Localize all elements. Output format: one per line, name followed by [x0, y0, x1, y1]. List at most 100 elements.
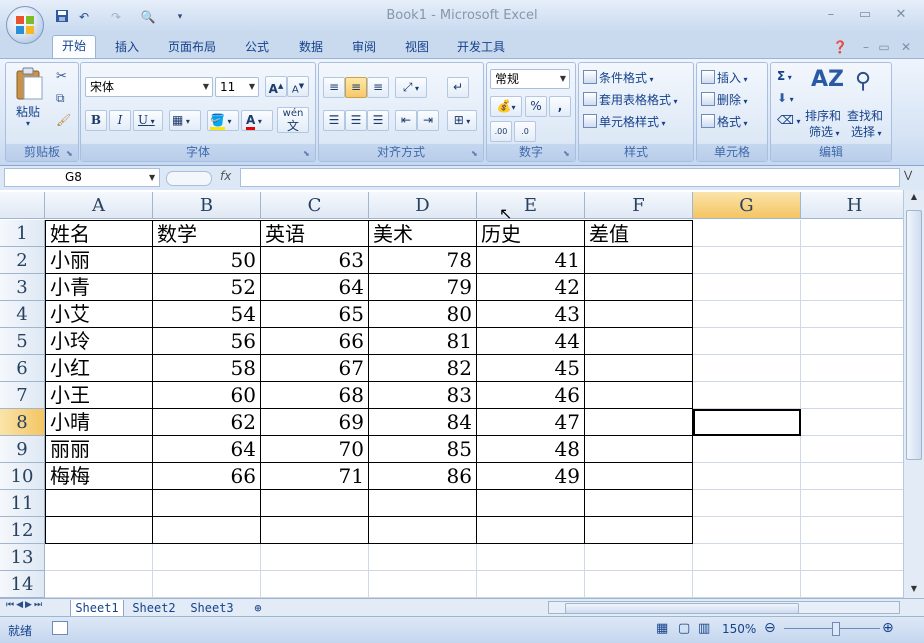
number-format-select[interactable]: 常规 ▼	[490, 69, 570, 89]
column-header-c[interactable]: C	[261, 192, 369, 219]
cell-d1[interactable]: 美术	[369, 220, 477, 247]
tab-data[interactable]: 数据	[290, 37, 332, 58]
cell-styles-button[interactable]: 单元格样式 ▾	[583, 113, 666, 130]
help-icon[interactable]: ❓	[830, 37, 850, 58]
row-header-11[interactable]: 11	[0, 490, 45, 517]
cut-icon[interactable]: ✂	[56, 69, 67, 84]
cell-a6[interactable]: 小红	[45, 355, 153, 382]
cell-c11[interactable]	[261, 490, 369, 517]
cell-e11[interactable]	[477, 490, 585, 517]
column-header-f[interactable]: F	[585, 192, 693, 219]
comma-button[interactable]: ,	[549, 96, 571, 117]
cell-b14[interactable]	[153, 571, 261, 598]
page-break-view-icon[interactable]: ▥	[698, 621, 710, 636]
cell-h3[interactable]	[801, 274, 903, 301]
delete-cells-button[interactable]: 删除 ▾	[701, 91, 748, 108]
cell-f4[interactable]	[585, 301, 693, 328]
row-header-13[interactable]: 13	[0, 544, 45, 571]
cell-c2[interactable]: 63	[261, 247, 369, 274]
fill-color-button[interactable]: 🪣 ▾	[207, 110, 239, 131]
cell-a11[interactable]	[45, 490, 153, 517]
cell-h6[interactable]	[801, 355, 903, 382]
cell-g5[interactable]	[693, 328, 801, 355]
cell-a7[interactable]: 小王	[45, 382, 153, 409]
formula-input[interactable]	[240, 168, 900, 187]
vertical-scroll-thumb[interactable]	[906, 210, 922, 460]
cell-g10[interactable]	[693, 463, 801, 490]
cell-f6[interactable]	[585, 355, 693, 382]
cell-b12[interactable]	[153, 517, 261, 544]
cell-c9[interactable]: 70	[261, 436, 369, 463]
cell-b2[interactable]: 50	[153, 247, 261, 274]
doc-restore-icon[interactable]: ▭	[876, 37, 892, 58]
office-button[interactable]	[6, 6, 44, 44]
cell-g13[interactable]	[693, 544, 801, 571]
cell-b3[interactable]: 52	[153, 274, 261, 301]
cell-h13[interactable]	[801, 544, 903, 571]
font-color-button[interactable]: A ▾	[241, 110, 273, 131]
cell-a2[interactable]: 小丽	[45, 247, 153, 274]
cell-b1[interactable]: 数学	[153, 220, 261, 247]
cell-g8[interactable]	[693, 409, 801, 436]
cell-e4[interactable]: 43	[477, 301, 585, 328]
cell-e12[interactable]	[477, 517, 585, 544]
name-box[interactable]: G8 ▼	[4, 168, 160, 187]
cell-e5[interactable]: 44	[477, 328, 585, 355]
cell-g7[interactable]	[693, 382, 801, 409]
cell-c13[interactable]	[261, 544, 369, 571]
percent-button[interactable]: %	[525, 96, 547, 117]
align-bottom-button[interactable]: ≡	[367, 77, 389, 98]
row-header-2[interactable]: 2	[0, 247, 45, 274]
cell-f3[interactable]	[585, 274, 693, 301]
cell-b7[interactable]: 60	[153, 382, 261, 409]
cell-f2[interactable]	[585, 247, 693, 274]
cell-c12[interactable]	[261, 517, 369, 544]
sheet-tab-1[interactable]: Sheet1	[70, 600, 124, 617]
column-header-a[interactable]: A	[45, 192, 153, 219]
align-center-button[interactable]: ☰	[345, 110, 367, 131]
row-header-3[interactable]: 3	[0, 274, 45, 301]
cell-g11[interactable]	[693, 490, 801, 517]
expand-formula-icon[interactable]: ⋁	[904, 170, 912, 181]
italic-button[interactable]: I	[109, 110, 131, 131]
cell-g9[interactable]	[693, 436, 801, 463]
zoom-slider-thumb[interactable]	[832, 622, 840, 636]
cell-e13[interactable]	[477, 544, 585, 571]
cell-g12[interactable]	[693, 517, 801, 544]
cell-d5[interactable]: 81	[369, 328, 477, 355]
paste-dropdown-icon[interactable]: ▾	[26, 119, 30, 128]
cell-d13[interactable]	[369, 544, 477, 571]
cell-c4[interactable]: 65	[261, 301, 369, 328]
increase-indent-button[interactable]: ⇥	[417, 110, 439, 131]
doc-minimize-icon[interactable]: –	[858, 37, 874, 58]
cell-d8[interactable]: 84	[369, 409, 477, 436]
cell-g2[interactable]	[693, 247, 801, 274]
cell-e3[interactable]: 42	[477, 274, 585, 301]
row-header-7[interactable]: 7	[0, 382, 45, 409]
sheet-tab-2[interactable]: Sheet2	[128, 600, 180, 616]
copy-icon[interactable]: ⧉	[56, 91, 65, 106]
cell-b5[interactable]: 56	[153, 328, 261, 355]
wrap-text-button[interactable]: ↵	[447, 77, 469, 98]
page-layout-view-icon[interactable]: ▢	[678, 621, 690, 636]
paste-button[interactable]: 粘贴 ▾	[14, 67, 46, 128]
cell-c3[interactable]: 64	[261, 274, 369, 301]
cell-e8[interactable]: 47	[477, 409, 585, 436]
cell-a13[interactable]	[45, 544, 153, 571]
currency-button[interactable]: 💰▾	[490, 96, 522, 117]
cell-g14[interactable]	[693, 571, 801, 598]
cell-c7[interactable]: 68	[261, 382, 369, 409]
worksheet-grid[interactable]: ABCDEFGH 1 2 3 4 5 6 7 8 9 10 11 12 13 14 姓名 数学 英语 美术 历史差…	[0, 190, 903, 598]
row-header-1[interactable]: 1	[0, 220, 45, 247]
normal-view-icon[interactable]: ▦	[656, 621, 668, 636]
cell-a4[interactable]: 小艾	[45, 301, 153, 328]
column-header-e[interactable]: E	[477, 192, 585, 219]
chevron-down-icon[interactable]: ▼	[149, 169, 155, 186]
cell-h14[interactable]	[801, 571, 903, 598]
cell-d9[interactable]: 85	[369, 436, 477, 463]
cell-g1[interactable]	[693, 220, 801, 247]
cell-a10[interactable]: 梅梅	[45, 463, 153, 490]
close-button[interactable]: ✕	[888, 6, 914, 24]
cell-h8[interactable]	[801, 409, 903, 436]
cell-c10[interactable]: 71	[261, 463, 369, 490]
